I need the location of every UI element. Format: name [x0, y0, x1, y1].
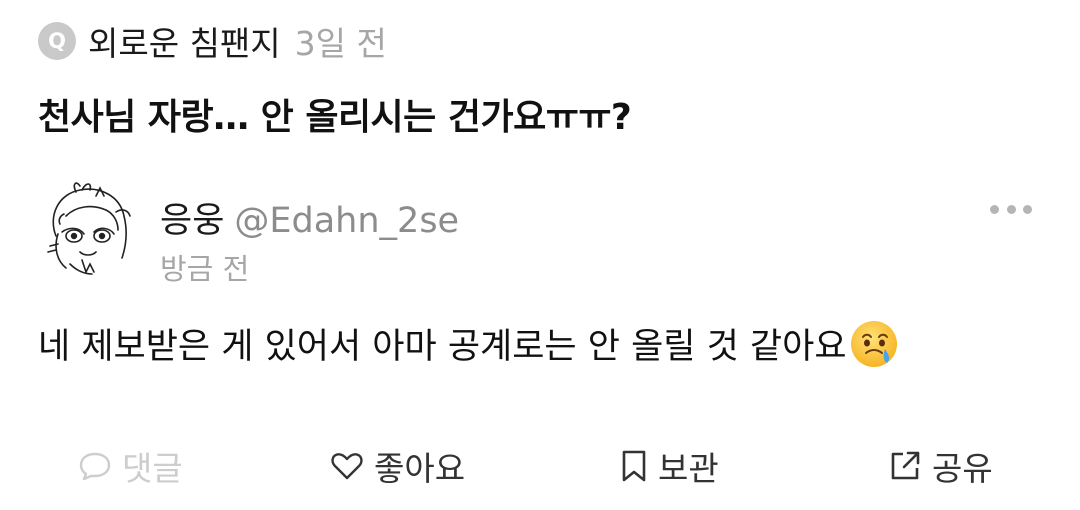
- question-timestamp: 3일 전: [294, 24, 387, 63]
- comment-bubble-icon: [79, 452, 111, 481]
- comment-button[interactable]: 댓글: [78, 440, 183, 492]
- save-button[interactable]: 보관: [620, 440, 719, 492]
- asker-name[interactable]: 외로운 침팬지: [88, 17, 281, 65]
- answer-timestamp: 방금 전: [160, 252, 250, 286]
- face-holding-back-tears-emoji: [850, 320, 897, 367]
- share-external-icon: [891, 451, 920, 480]
- answer-author[interactable]: 응웅 @Edahn_2se: [160, 192, 459, 243]
- avatar[interactable]: [36, 176, 140, 280]
- question-text: 천사님 자랑… 안 올리시는 건가요ㅠㅠ?: [38, 97, 632, 138]
- answer-body: 네 제보받은 게 있어서 아마 공계로는 안 올릴 것 같아요: [38, 318, 899, 369]
- question-badge-icon: Q: [38, 22, 76, 60]
- answer-text: 네 제보받은 게 있어서 아마 공계로는 안 올릴 것 같아요: [38, 327, 847, 367]
- share-label: 공유: [932, 449, 993, 488]
- author-name[interactable]: 응웅: [160, 201, 224, 241]
- like-label: 좋아요: [374, 449, 466, 488]
- like-button[interactable]: 좋아요: [330, 440, 465, 492]
- save-label: 보관: [658, 449, 719, 488]
- share-button[interactable]: 공유: [888, 440, 993, 492]
- question-badge-letter: Q: [48, 28, 66, 53]
- bookmark-icon: [622, 450, 646, 482]
- question-header: Q 외로운 침팬지 3일 전: [38, 16, 387, 66]
- author-handle[interactable]: @Edahn_2se: [234, 201, 459, 241]
- comment-label: 댓글: [122, 449, 183, 488]
- more-options-icon[interactable]: [990, 198, 1032, 220]
- heart-icon: [331, 453, 363, 480]
